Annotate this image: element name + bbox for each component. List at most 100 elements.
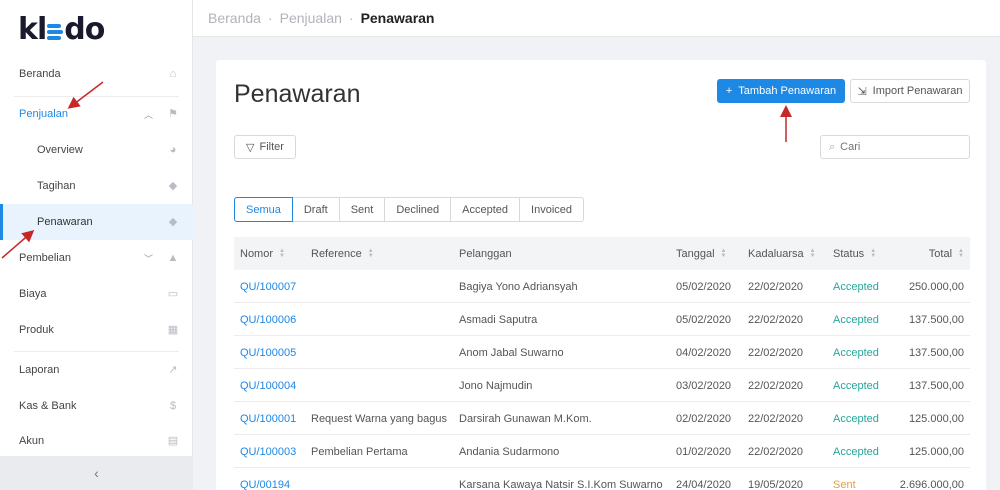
search-input[interactable] [840, 141, 951, 153]
table-row[interactable]: QU/100003 Pembelian Pertama Andania Sudarm… [234, 435, 970, 468]
import-quote-button[interactable]: ⇲ Import Penawaran [850, 79, 970, 103]
filter-button[interactable]: ▽ Filter [234, 135, 296, 159]
cell-tanggal: 24/04/2020 [676, 478, 732, 490]
sidebar-item-label: Laporan [19, 364, 60, 376]
sort-icon: ▲ ▼ [958, 247, 964, 259]
tab-invoiced[interactable]: Invoiced [519, 197, 585, 222]
cell-status: Accepted [833, 412, 879, 425]
cell-pelanggan: Andania Sudarmono [459, 445, 560, 458]
cell-pelanggan: Darsirah Gunawan M.Kom. [459, 412, 592, 425]
breadcrumb-penjualan[interactable]: Penjualan [280, 10, 342, 26]
cell-nomor[interactable]: QU/100003 [240, 435, 296, 468]
cell-nomor[interactable]: QU/100005 [240, 336, 296, 369]
logo-text-left: kl [18, 12, 47, 47]
breadcrumb-current: Penawaran [360, 10, 435, 26]
sidebar-item-label: Biaya [19, 288, 47, 300]
cell-reference: Request Warna yang bagus [311, 412, 447, 425]
filter-icon: ▽ [246, 141, 255, 154]
sort-icon: ▲ ▼ [870, 247, 877, 259]
table-row[interactable]: QU/100001 Request Warna yang bagus Darsira… [234, 402, 970, 435]
list-icon: ▤ [167, 435, 179, 447]
sidebar-item-penawaran[interactable]: Penawaran ◆ [0, 204, 193, 240]
column-header-kadaluarsa[interactable]: Kadaluarsa ▲ ▼ [748, 237, 816, 270]
sidebar-item-akun[interactable]: Akun ▤ [0, 423, 193, 459]
add-quote-button[interactable]: + Tambah Penawaran [717, 79, 845, 103]
dollar-icon: $ [169, 400, 177, 412]
table-row[interactable]: QU/00194 Karsana Kawaya Natsir S.I.Kom Su… [234, 468, 970, 490]
column-header-reference[interactable]: Reference ▲ ▼ [311, 237, 374, 270]
breadcrumb-beranda[interactable]: Beranda [208, 10, 261, 26]
cell-tanggal: 04/02/2020 [676, 346, 732, 359]
cell-pelanggan: Jono Najmudin [459, 379, 533, 392]
tab-sent[interactable]: Sent [338, 197, 386, 222]
cell-tanggal: 03/02/2020 [676, 379, 732, 392]
home-icon: ⌂ [169, 68, 177, 80]
cell-status: Sent [833, 478, 856, 490]
chevron-up-icon: ︿ [143, 109, 153, 120]
cell-pelanggan: Bagiya Yono Adriansyah [459, 280, 578, 293]
cell-nomor[interactable]: QU/100006 [240, 303, 296, 336]
sidebar-collapse-button[interactable]: ‹ [0, 456, 193, 490]
cell-kadaluarsa: 22/02/2020 [748, 280, 804, 293]
chevron-left-icon: ‹ [94, 465, 99, 481]
tab-semua[interactable]: Semua [234, 197, 293, 222]
cell-nomor[interactable]: QU/100001 [240, 402, 296, 435]
sidebar-item-tagihan[interactable]: Tagihan ◆ [0, 168, 193, 204]
column-label: Tanggal [676, 247, 715, 260]
cell-nomor[interactable]: QU/00194 [240, 468, 290, 490]
tags-icon: ◆ [168, 180, 178, 192]
column-label: Reference [311, 247, 362, 260]
tab-draft[interactable]: Draft [291, 197, 340, 222]
cell-tanggal: 05/02/2020 [676, 313, 732, 326]
cell-total: 125.000,00 [908, 412, 964, 425]
cell-total: 137.500,00 [908, 379, 964, 392]
cell-kadaluarsa: 22/02/2020 [748, 346, 804, 359]
import-icon: ⇲ [857, 85, 867, 98]
sidebar-item-kas-bank[interactable]: Kas & Bank $ [0, 388, 193, 424]
sidebar-item-produk[interactable]: Produk ▦ [0, 312, 193, 348]
shopping-bag-icon: ▲ [167, 252, 179, 264]
table-header: Nomor ▲ ▼ Reference ▲ ▼ Pelanggan Tanggal ▲ ▼ … [234, 237, 970, 270]
sidebar-item-penjualan[interactable]: Penjualan ︿ ⚑ [0, 96, 193, 132]
breadcrumb-separator: · [267, 10, 273, 26]
cell-total: 137.500,00 [908, 346, 964, 359]
cell-pelanggan: Anom Jabal Suwarno [459, 346, 564, 359]
sidebar-item-beranda[interactable]: Beranda ⌂ [0, 56, 193, 92]
cell-kadaluarsa: 22/02/2020 [748, 445, 804, 458]
sidebar: kl do Beranda ⌂ Penjualan ︿ ⚑ Overview ◕ … [0, 0, 193, 490]
cell-status: Accepted [833, 379, 879, 392]
cell-tanggal: 01/02/2020 [676, 445, 732, 458]
cell-total: 2.696.000,00 [899, 478, 964, 490]
line-chart-icon: ↗ [168, 364, 178, 376]
table-row[interactable]: QU/100007 Bagiya Yono Adriansyah 05/02/202… [234, 270, 970, 303]
table-row[interactable]: QU/100006 Asmadi Saputra 05/02/2020 22/02/2… [234, 303, 970, 336]
table-row[interactable]: QU/100005 Anom Jabal Suwarno 04/02/2020 22/… [234, 336, 970, 369]
search-icon: ⌕ [829, 140, 836, 153]
column-header-pelanggan: Pelanggan [459, 237, 512, 270]
table-row[interactable]: QU/100004 Jono Najmudin 03/02/2020 22/02/20… [234, 369, 970, 402]
sort-icon: ▲ ▼ [279, 247, 285, 259]
credit-card-icon: ▭ [167, 288, 179, 300]
column-header-tanggal[interactable]: Tanggal ▲ ▼ [676, 237, 727, 270]
sort-icon: ▲ ▼ [720, 247, 727, 259]
cell-nomor[interactable]: QU/100004 [240, 369, 296, 402]
cell-nomor[interactable]: QU/100007 [240, 270, 296, 303]
logo-text-right: do [64, 12, 105, 47]
column-header-total[interactable]: Total ▲ ▼ [929, 237, 964, 270]
sidebar-item-biaya[interactable]: Biaya ▭ [0, 276, 193, 312]
sidebar-item-pembelian[interactable]: Pembelian ﹀ ▲ [0, 240, 193, 276]
tab-accepted[interactable]: Accepted [450, 197, 521, 222]
column-label: Kadaluarsa [748, 247, 804, 260]
column-header-status[interactable]: Status ▲ ▼ [833, 237, 876, 270]
sidebar-item-label: Penjualan [19, 108, 68, 120]
content-card: Penawaran + Tambah Penawaran ⇲ Import Pe… [216, 60, 986, 490]
sidebar-item-overview[interactable]: Overview ◕ [0, 132, 193, 168]
cell-total: 137.500,00 [908, 313, 964, 326]
kledo-logo[interactable]: kl do [18, 12, 105, 47]
column-label: Status [833, 247, 865, 260]
sidebar-item-laporan[interactable]: Laporan ↗ [0, 352, 193, 388]
column-header-nomor[interactable]: Nomor ▲ ▼ [240, 237, 285, 270]
status-tabs: Semua Draft Sent Declined Accepted Invoi… [234, 197, 585, 222]
cell-reference: Pembelian Pertama [311, 445, 408, 458]
tab-declined[interactable]: Declined [384, 197, 452, 222]
